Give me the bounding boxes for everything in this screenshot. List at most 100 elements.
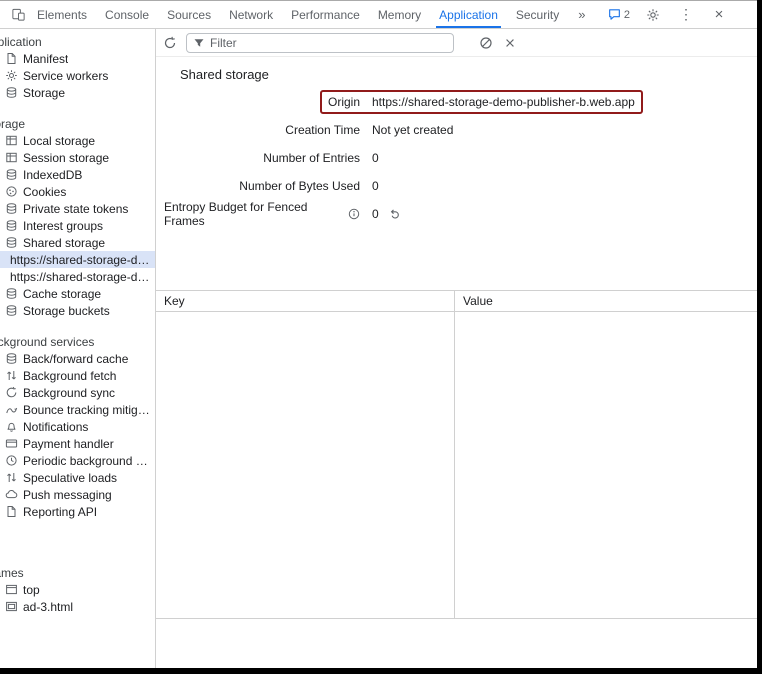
- tab-console[interactable]: Console: [96, 1, 158, 28]
- sidebar-item-session-storage[interactable]: Session storage: [0, 149, 155, 166]
- field-label: Number of Bytes Used: [239, 179, 360, 193]
- sidebar-section-background-services: Background services Back/forward cache B…: [0, 333, 155, 520]
- field-label: Entropy Budget for Fenced Frames: [164, 200, 343, 228]
- sidebar-item-speculative-loads[interactable]: Speculative loads: [0, 469, 155, 486]
- filter-box[interactable]: [186, 33, 454, 53]
- sidebar-item-back-forward-cache[interactable]: Back/forward cache: [0, 350, 155, 367]
- tab-security[interactable]: Security: [507, 1, 568, 28]
- sidebar-item-private-state-tokens[interactable]: Private state tokens: [0, 200, 155, 217]
- devtools-app: ElementsConsoleSourcesNetworkPerformance…: [0, 0, 757, 668]
- column-header-value[interactable]: Value: [455, 291, 493, 311]
- table-icon: [5, 151, 18, 164]
- database-icon: [5, 202, 18, 215]
- clear-icon[interactable]: [502, 35, 518, 51]
- field-origin: Origin https://shared-storage-demo-publi…: [164, 88, 757, 116]
- info-icon[interactable]: [347, 208, 360, 221]
- sidebar-item-storage-buckets[interactable]: Storage buckets: [0, 302, 155, 319]
- up-down-arrows-icon: [5, 471, 18, 484]
- sidebar-item-shared-storage[interactable]: Shared storage: [0, 234, 155, 251]
- sidebar-item-service-workers[interactable]: Service workers: [0, 67, 155, 84]
- cloud-icon: [5, 488, 18, 501]
- document-icon: [5, 505, 18, 518]
- sidebar-item-cache-storage[interactable]: Cache storage: [0, 285, 155, 302]
- metadata-report: Origin https://shared-storage-demo-publi…: [156, 88, 757, 228]
- database-icon: [5, 86, 18, 99]
- key-column: [156, 312, 455, 618]
- field-value: 0: [372, 151, 379, 165]
- sidebar-item-reporting-api[interactable]: Reporting API: [0, 503, 155, 520]
- field-creation-time: Creation Time Not yet created: [164, 116, 757, 144]
- more-panels-chevron[interactable]: »: [568, 7, 595, 22]
- reset-budget-icon[interactable]: [389, 208, 402, 221]
- sidebar-item-top[interactable]: top: [0, 581, 155, 598]
- sidebar-item-indexeddb[interactable]: IndexedDB: [0, 166, 155, 183]
- table-body: [156, 312, 757, 618]
- filter-funnel-icon: [193, 37, 205, 49]
- tab-memory[interactable]: Memory: [369, 1, 430, 28]
- column-header-key[interactable]: Key: [156, 291, 455, 311]
- preview-pane: [156, 618, 757, 668]
- tab-network[interactable]: Network: [220, 1, 282, 28]
- clock-icon: [5, 454, 18, 467]
- iframe-icon: [5, 600, 18, 613]
- service-worker-icon: [5, 69, 18, 82]
- database-icon: [5, 236, 18, 249]
- close-devtools-icon[interactable]: ×: [709, 5, 729, 25]
- devtools-tabbar: ElementsConsoleSourcesNetworkPerformance…: [0, 1, 757, 29]
- refresh-icon[interactable]: [162, 35, 178, 51]
- field-value: 0: [372, 179, 379, 193]
- database-icon: [5, 352, 18, 365]
- field-label: Creation Time: [285, 123, 360, 137]
- sidebar-item-background-fetch[interactable]: Background fetch: [0, 367, 155, 384]
- table-header: Key Value: [156, 290, 757, 312]
- sidebar-section-storage: Storage Local storage Session storage In…: [0, 115, 155, 319]
- sidebar-item-bounce-tracking-mitiga[interactable]: Bounce tracking mitiga…: [0, 401, 155, 418]
- field-number-of-entries: Number of Entries 0: [164, 144, 757, 172]
- database-icon: [5, 219, 18, 232]
- sidebar-item-local-storage[interactable]: Local storage: [0, 132, 155, 149]
- sidebar-item-storage[interactable]: Storage: [0, 84, 155, 101]
- shared-storage-toolbar: [156, 29, 757, 57]
- cookie-icon: [5, 185, 18, 198]
- toggle-device-toolbar-icon[interactable]: [8, 5, 28, 25]
- more-options-icon[interactable]: ⋮: [676, 5, 696, 25]
- tab-performance[interactable]: Performance: [282, 1, 369, 28]
- sidebar-item-notifications[interactable]: Notifications: [0, 418, 155, 435]
- tab-sources[interactable]: Sources: [158, 1, 220, 28]
- payment-icon: [5, 437, 18, 450]
- database-icon: [5, 287, 18, 300]
- sidebar-section-title: Application: [0, 33, 155, 50]
- database-icon: [5, 304, 18, 317]
- sidebar-item-ad-3-html[interactable]: ad-3.html: [0, 598, 155, 615]
- sidebar-section-title: Background services: [0, 333, 155, 350]
- field-value: 0: [372, 207, 379, 221]
- sidebar-item-manifest[interactable]: Manifest: [0, 50, 155, 67]
- tab-elements[interactable]: Elements: [28, 1, 96, 28]
- delete-all-icon[interactable]: [478, 35, 494, 51]
- bounce-icon: [5, 403, 18, 416]
- panel-tabs: ElementsConsoleSourcesNetworkPerformance…: [28, 1, 568, 28]
- sync-icon: [5, 386, 18, 399]
- field-label: Number of Entries: [263, 151, 360, 165]
- sidebar-item-background-sync[interactable]: Background sync: [0, 384, 155, 401]
- frame-icon: [5, 583, 18, 596]
- console-messages-badge[interactable]: 2: [608, 8, 630, 21]
- sidebar-section-title: Frames: [0, 564, 155, 581]
- sidebar-item-interest-groups[interactable]: Interest groups: [0, 217, 155, 234]
- field-value: Not yet created: [372, 123, 453, 137]
- sidebar-item-periodic-background-s[interactable]: Periodic background s…: [0, 452, 155, 469]
- application-panel: Application Manifest Service workers Sto…: [0, 29, 757, 668]
- sidebar-item-payment-handler[interactable]: Payment handler: [0, 435, 155, 452]
- filter-input[interactable]: [210, 36, 447, 50]
- document-icon: [5, 52, 18, 65]
- sidebar-item-https-shared-storage-d[interactable]: https://shared-storage-d…: [0, 251, 155, 268]
- tab-application[interactable]: Application: [430, 1, 507, 28]
- application-sidebar: Application Manifest Service workers Sto…: [0, 29, 156, 668]
- field-number-of-bytes-used: Number of Bytes Used 0: [164, 172, 757, 200]
- sidebar-item-push-messaging[interactable]: Push messaging: [0, 486, 155, 503]
- devtools-window: ElementsConsoleSourcesNetworkPerformance…: [0, 0, 762, 674]
- settings-gear-icon[interactable]: [643, 5, 663, 25]
- sidebar-item-https-shared-storage-d[interactable]: https://shared-storage-d…: [0, 268, 155, 285]
- field-label: Origin: [328, 95, 360, 109]
- sidebar-item-cookies[interactable]: Cookies: [0, 183, 155, 200]
